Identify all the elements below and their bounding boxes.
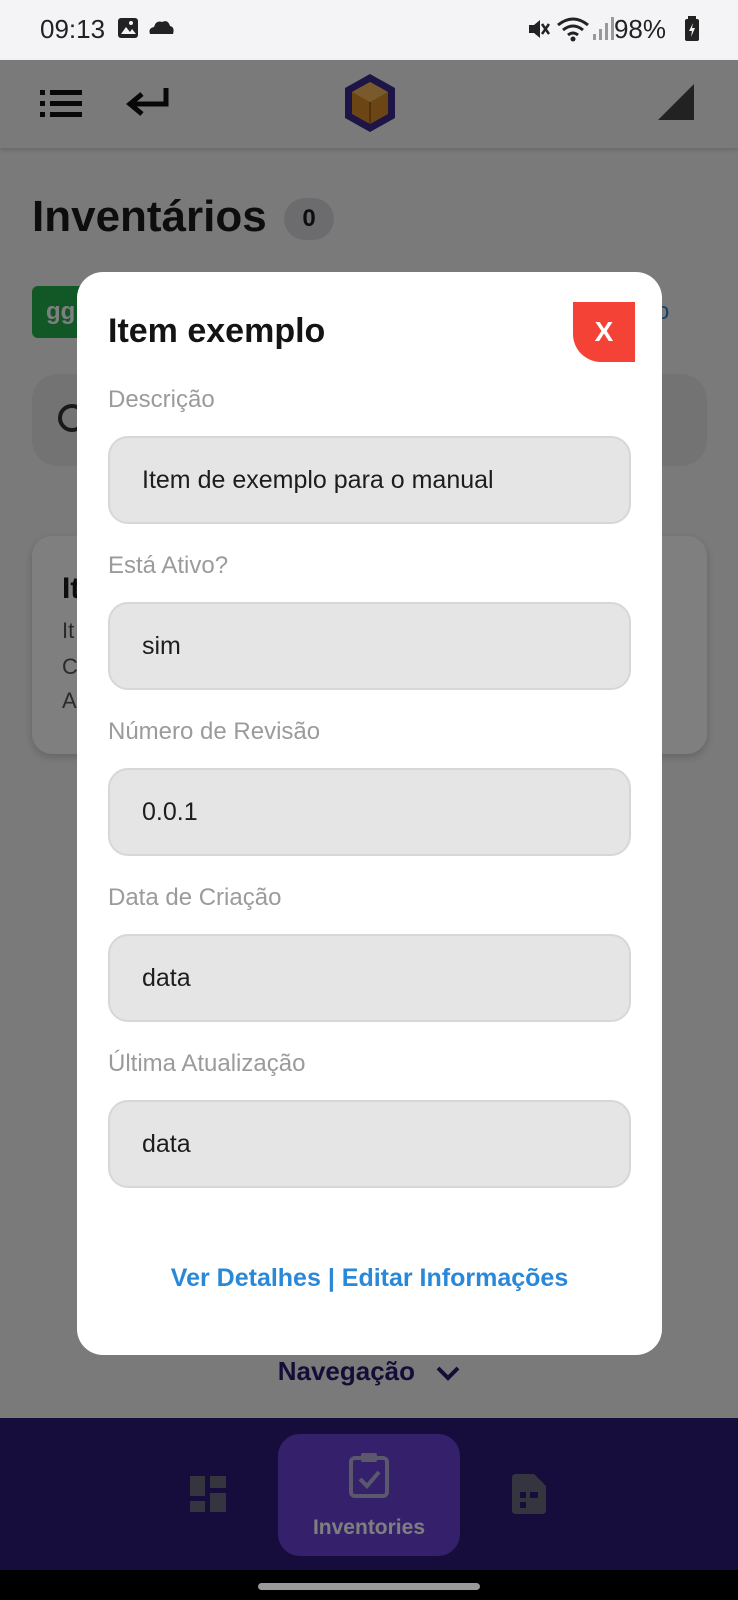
description-label: Descrição [108,386,215,413]
cloud-icon [149,21,174,34]
item-details-dialog: Item exemplo X Descrição Item de exemplo… [77,272,662,1355]
image-icon [118,18,138,38]
wifi-icon [557,17,589,42]
view-details-link[interactable]: Ver Detalhes [171,1264,321,1292]
mute-icon [529,20,550,38]
system-navigation-bar [0,1570,738,1600]
gesture-handle[interactable] [258,1583,480,1590]
close-button[interactable]: X [573,302,635,362]
revision-field: 0.0.1 [108,768,631,856]
cell-signal-icon [593,17,614,40]
dialog-title: Item exemplo [108,312,326,350]
revision-label: Número de Revisão [108,718,321,745]
updated-date-field: data [108,1100,631,1188]
edit-info-link[interactable]: Editar Informações [342,1264,568,1292]
battery-icon [685,16,699,41]
created-date-label: Data de Criação [108,884,282,911]
status-bar: 09:13 98% [0,0,738,60]
description-field: Item de exemplo para o manual [108,436,631,524]
link-separator: | [320,1264,342,1292]
updated-date-label: Última Atualização [108,1050,306,1077]
status-time: 09:13 [40,14,106,44]
battery-percent: 98% [613,14,666,44]
dialog-links: Ver Detalhes | Editar Informações [77,1264,662,1293]
created-date-field: data [108,934,631,1022]
active-label: Está Ativo? [108,552,229,579]
active-field: sim [108,602,631,690]
